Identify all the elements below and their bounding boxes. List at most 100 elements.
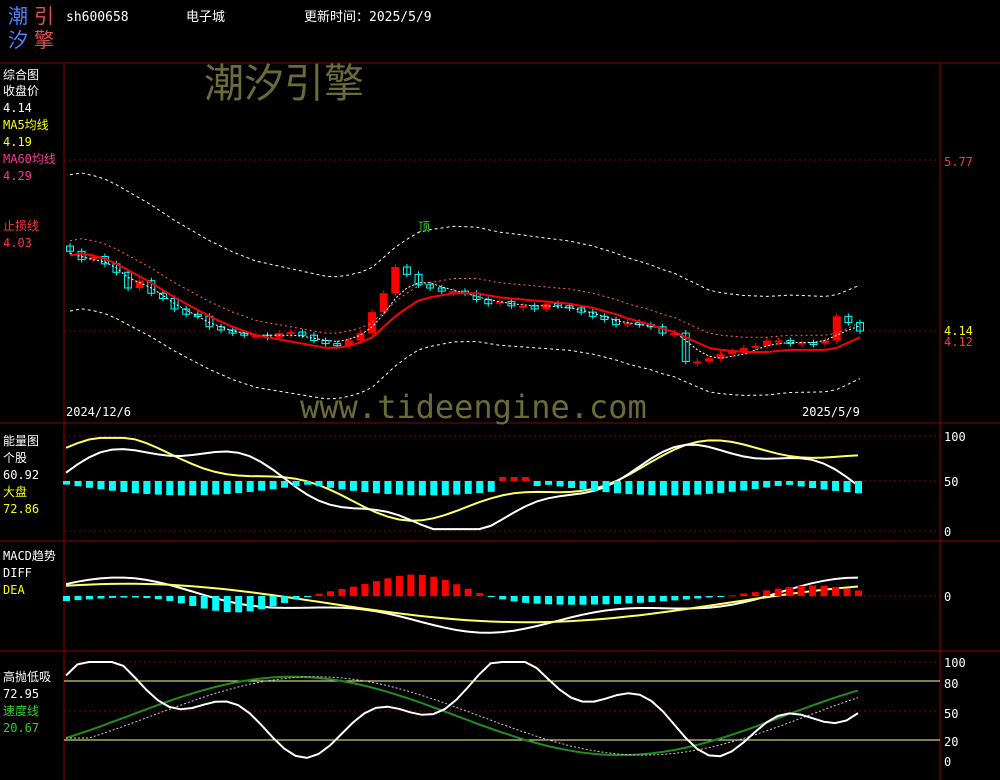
macd-bar [464, 588, 472, 596]
logo-char: 引 [34, 4, 54, 28]
energy-bar [395, 481, 403, 495]
energy-bar [820, 481, 828, 490]
energy-bar [372, 481, 380, 494]
macd-bar [131, 596, 139, 598]
axis-label: 50 [944, 475, 959, 489]
macd-bar [579, 596, 587, 605]
energy-bar [281, 481, 289, 488]
panel-title-main: 综合图 [3, 68, 40, 82]
axis-label: 100 [944, 656, 966, 670]
energy-bar [602, 481, 610, 493]
macd-bar [97, 596, 105, 599]
energy-bar [464, 481, 472, 494]
macd-bar [602, 596, 610, 605]
watermark-brand: 潮汐引擎 [204, 61, 364, 107]
axis-label: 80 [944, 677, 959, 691]
energy-bar [682, 481, 690, 496]
macd-bar [269, 596, 277, 607]
macd-bar [200, 596, 208, 609]
speed-line [65, 675, 859, 757]
energy-bar [131, 481, 139, 494]
energy-bar [648, 481, 656, 496]
macd-bar [418, 574, 426, 596]
macd-bar [108, 596, 116, 598]
date-end: 2025/5/9 [802, 405, 860, 419]
energy-bar [774, 481, 782, 486]
energy-bar [200, 481, 208, 496]
lower-band-line [69, 308, 861, 400]
ma5-value: 4.19 [3, 135, 32, 149]
candle-body [751, 345, 760, 348]
macd-bar [166, 596, 174, 601]
energy-bar [568, 481, 576, 488]
axis-label: 50 [944, 707, 959, 721]
macd-bar [671, 596, 679, 601]
stock-symbol: sh600658 [66, 10, 129, 25]
macd-bar [694, 596, 702, 599]
energy-bar [763, 481, 771, 488]
stock-name: 电子城 [186, 10, 226, 25]
macd-bar [625, 596, 633, 604]
macd-bar [705, 596, 713, 598]
energy-bar [556, 481, 564, 487]
close-value: 4.14 [3, 101, 32, 115]
energy-bar [292, 481, 300, 487]
energy-bar [832, 481, 840, 491]
logo-char: 擎 [34, 28, 54, 52]
candle-body [391, 267, 400, 294]
energy-bar [97, 481, 105, 490]
histogram-bars [63, 477, 862, 613]
macd-bar [384, 578, 392, 596]
macd-bar [143, 596, 151, 599]
energy-bar [659, 481, 667, 496]
candle-body [821, 340, 830, 344]
stop-loss-label: 止损线 [3, 219, 40, 233]
energy-bar [430, 481, 438, 496]
energy-bar [694, 481, 702, 495]
top-marker: 顶 [418, 220, 431, 234]
macd-bar [774, 588, 782, 596]
macd-bar [154, 596, 162, 600]
macd-bar [315, 593, 323, 596]
candle-body [832, 316, 841, 341]
energy-bar [74, 481, 82, 487]
candle-body [763, 340, 772, 346]
panel-title-macd: MACD趋势 [3, 549, 56, 563]
macd-bar [510, 596, 518, 602]
energy-bar [258, 481, 266, 491]
date-start: 2024/12/6 [66, 405, 132, 419]
macd-bar [499, 596, 507, 600]
energy-bar [418, 481, 426, 496]
macd-bar [304, 596, 312, 597]
close-label: 收盘价 [3, 84, 40, 98]
energy-bar [855, 481, 862, 494]
macd-bar [786, 587, 794, 596]
energy-bar [591, 481, 598, 491]
energy-bar [143, 481, 151, 494]
hl-line [65, 661, 859, 759]
axis-label: 0 [944, 525, 952, 539]
macd-bar [74, 596, 82, 601]
macd-bar [212, 596, 220, 611]
stock-energy-value: 60.92 [3, 468, 40, 482]
energy-bar [327, 481, 334, 488]
macd-bar [372, 581, 380, 596]
macd-bar [476, 593, 484, 596]
macd-bar [556, 596, 564, 605]
market-energy-line [65, 436, 859, 522]
watermark-url: www.tideengine.com [300, 388, 647, 426]
macd-bar [820, 585, 828, 596]
energy-bar [85, 481, 93, 488]
macd-bar [281, 596, 289, 603]
energy-bar [476, 481, 484, 493]
macd-bar [648, 596, 656, 603]
energy-bar [786, 481, 794, 485]
macd-bar [763, 590, 771, 596]
macd-bar [487, 596, 495, 597]
axis-label: 0 [944, 755, 952, 769]
macd-bar [327, 591, 334, 596]
energy-bar [740, 481, 748, 491]
energy-bar [108, 481, 116, 491]
energy-bar [349, 481, 357, 491]
energy-bar [545, 481, 553, 485]
